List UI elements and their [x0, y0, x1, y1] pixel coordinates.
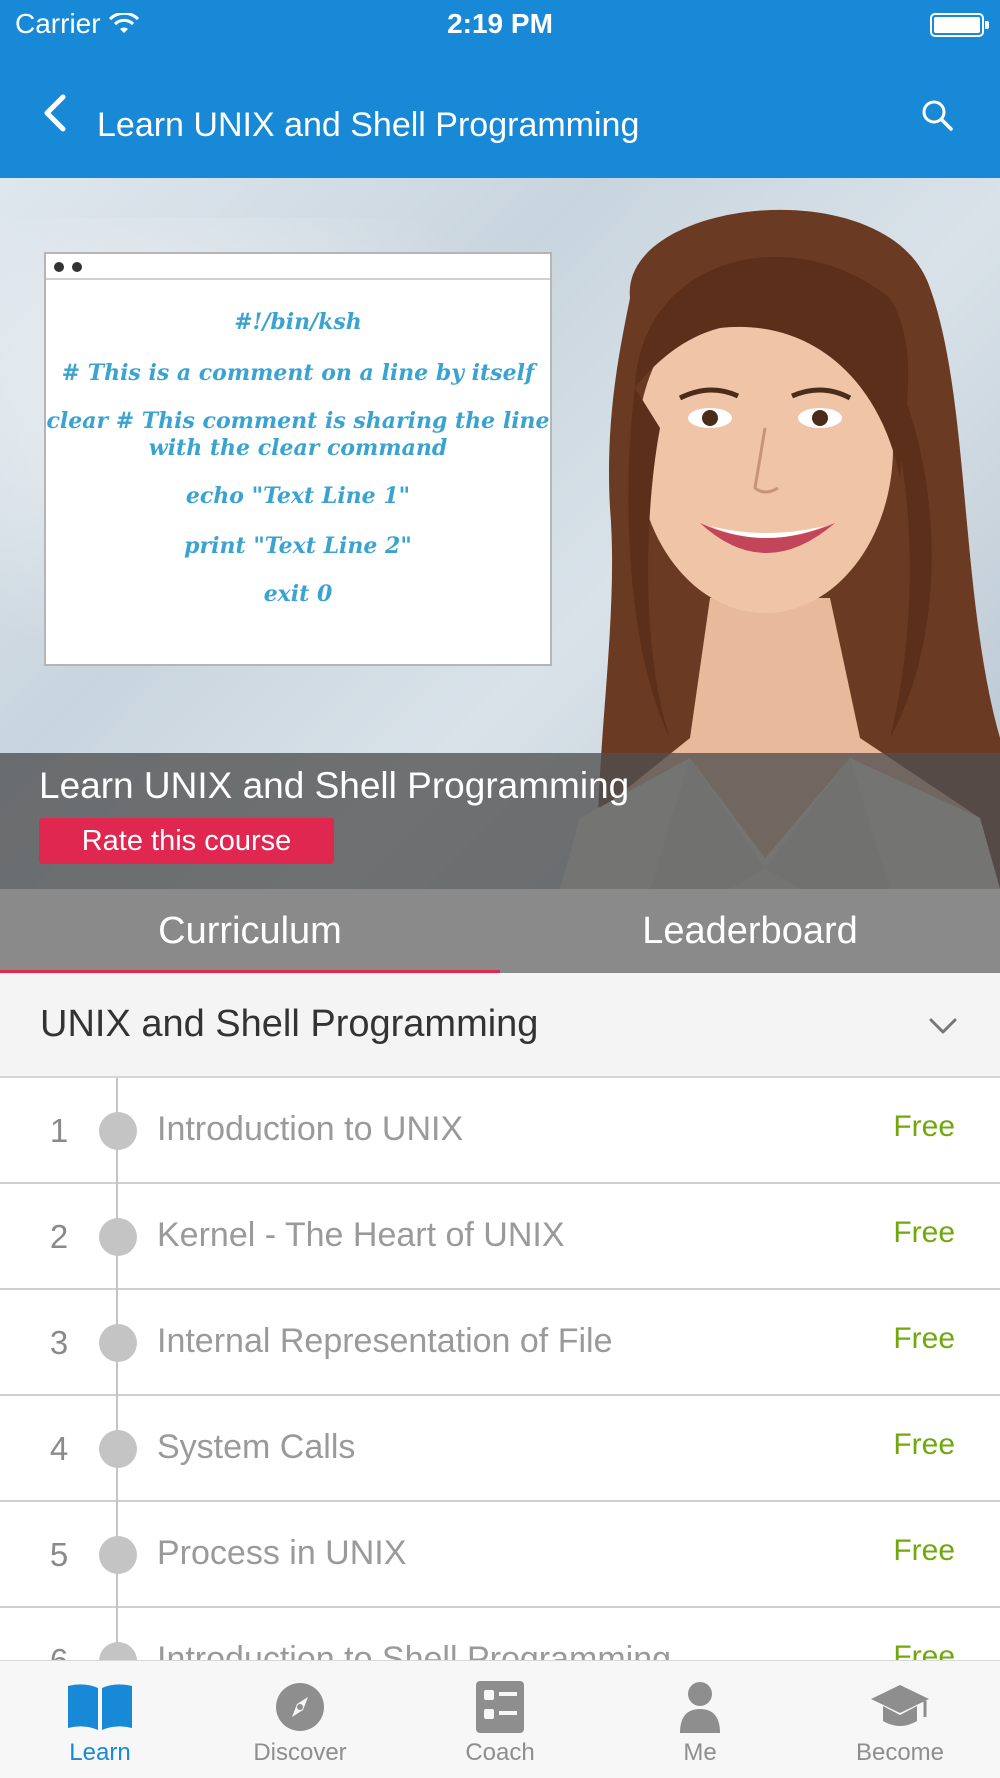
lesson-title: Introduction to UNIX: [157, 1110, 464, 1148]
battery-icon: [930, 13, 989, 37]
course-tabs: Curriculum Leaderboard: [0, 889, 1000, 973]
lesson-number: 3: [49, 1324, 69, 1361]
graduation-cap-icon: [865, 1679, 935, 1735]
tabbar-item-learn[interactable]: Learn: [0, 1661, 200, 1778]
rate-course-button[interactable]: Rate this course: [39, 818, 334, 864]
code-line: print "Text Line 2": [184, 533, 412, 559]
lesson-item[interactable]: 4 System Calls Free: [0, 1396, 1000, 1502]
lesson-item[interactable]: 1 Introduction to UNIX Free: [0, 1078, 1000, 1184]
back-button[interactable]: [30, 88, 80, 138]
lesson-title: Introduction to Shell Programming: [157, 1640, 672, 1660]
code-line: echo "Text Line 1": [185, 483, 411, 509]
lesson-status-dot: [99, 1324, 137, 1362]
lesson-status-dot: [99, 1536, 137, 1574]
section-header[interactable]: UNIX and Shell Programming: [0, 973, 1000, 1078]
lesson-price: Free: [893, 1216, 955, 1249]
search-button[interactable]: [914, 92, 960, 138]
tabbar-item-discover[interactable]: Discover: [200, 1661, 400, 1778]
lesson-title: Kernel - The Heart of UNIX: [157, 1216, 565, 1254]
code-window-titlebar: [46, 254, 550, 280]
course-hero-banner: #!/bin/ksh # This is a comment on a line…: [0, 178, 1000, 889]
lesson-item[interactable]: 5 Process in UNIX Free: [0, 1502, 1000, 1608]
book-icon: [65, 1679, 135, 1735]
lesson-number: 6: [44, 1642, 74, 1660]
tabbar-label: Coach: [465, 1739, 535, 1766]
tabbar-label: Discover: [253, 1739, 347, 1766]
lesson-price: Free: [893, 1110, 955, 1143]
tabbar-item-become[interactable]: Become: [800, 1661, 1000, 1778]
code-line: #!/bin/ksh: [234, 309, 362, 335]
lesson-title: Process in UNIX: [157, 1534, 407, 1572]
lesson-price: Free: [893, 1534, 955, 1567]
section-title: UNIX and Shell Programming: [40, 1003, 539, 1045]
search-icon: [922, 100, 953, 131]
tabbar-item-coach[interactable]: Coach: [400, 1661, 600, 1778]
lesson-number: 4: [49, 1430, 69, 1467]
code-line: clear # This comment is sharing the line: [46, 408, 550, 434]
lesson-item[interactable]: 2 Kernel - The Heart of UNIX Free: [0, 1184, 1000, 1290]
chevron-down-icon: [929, 1018, 957, 1034]
lesson-status-dot: [99, 1430, 137, 1468]
status-bar: Carrier 2:19 PM: [0, 0, 1000, 52]
lesson-item[interactable]: 3 Internal Representation of File Free: [0, 1290, 1000, 1396]
coach-card-icon: [465, 1679, 535, 1735]
tabbar-label: Learn: [69, 1739, 131, 1766]
tabbar-label: Become: [855, 1739, 945, 1766]
code-snippet: #!/bin/ksh # This is a comment on a line…: [46, 280, 550, 664]
page-title: Learn UNIX and Shell Programming: [97, 106, 640, 144]
compass-icon: [265, 1679, 335, 1735]
lesson-item[interactable]: 6 Introduction to Shell Programming Free: [0, 1608, 1000, 1660]
lesson-status-dot: [99, 1218, 137, 1256]
chevron-left-icon: [44, 94, 66, 132]
lesson-price: Free: [893, 1322, 955, 1355]
section-toggle[interactable]: [926, 1009, 960, 1043]
lesson-title: Internal Representation of File: [157, 1322, 613, 1360]
code-window-illustration: #!/bin/ksh # This is a comment on a line…: [44, 252, 552, 666]
tabbar-item-me[interactable]: Me: [600, 1661, 800, 1778]
status-time: 2:19 PM: [447, 8, 553, 39]
bottom-tab-bar: Learn Discover Coach Me Become: [0, 1660, 1000, 1778]
lesson-number: 1: [49, 1112, 69, 1149]
course-title: Learn UNIX and Shell Programming: [39, 765, 630, 806]
lesson-list: 1 Introduction to UNIX Free 2 Kernel - T…: [0, 1078, 1000, 1660]
lesson-status-dot: [99, 1112, 137, 1150]
navigation-bar: Learn UNIX and Shell Programming: [0, 52, 1000, 178]
lesson-number: 5: [49, 1536, 69, 1573]
lesson-price: Free: [893, 1640, 955, 1660]
code-line: exit 0: [263, 581, 333, 607]
lesson-number: 2: [49, 1218, 69, 1255]
lesson-price: Free: [893, 1428, 955, 1461]
code-line: # This is a comment on a line by itself: [61, 360, 535, 386]
hero-caption: Learn UNIX and Shell Programming Rate th…: [0, 753, 1000, 889]
tabbar-label: Me: [683, 1739, 717, 1766]
tab-curriculum[interactable]: Curriculum: [0, 889, 500, 973]
code-line: with the clear command: [148, 435, 448, 461]
lesson-title: System Calls: [157, 1428, 356, 1466]
tab-leaderboard[interactable]: Leaderboard: [500, 889, 1000, 973]
person-icon: [665, 1679, 735, 1735]
